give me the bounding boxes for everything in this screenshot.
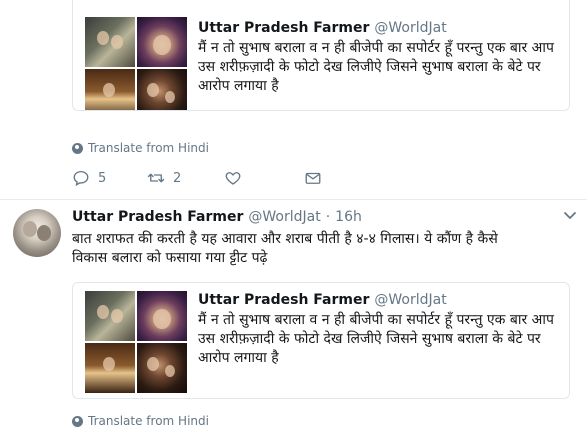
retweet-icon [147,173,165,183]
direct-message-icon [305,172,321,184]
quoted-image-2[interactable] [137,17,187,67]
quoted-image-4[interactable] [137,343,187,393]
like-icon [225,172,241,185]
globe-icon [72,415,83,427]
author-handle[interactable]: @WorldJat [248,209,320,225]
quoted-image-3[interactable] [85,69,135,110]
quoted-author-name: Uttar Pradesh Farmer [198,292,370,308]
translate-label: Translate from Hindi [88,141,209,155]
reply-icon [73,170,89,187]
quoted-image-2[interactable] [137,291,187,341]
tweet-header: Uttar Pradesh Farmer @WorldJat · 16h [72,209,362,225]
quoted-tweet-image-grid[interactable] [85,17,187,110]
like-button[interactable] [224,169,304,187]
quoted-author-name: Uttar Pradesh Farmer [198,20,370,36]
retweet-count: 2 [173,170,182,186]
globe-icon [72,142,83,154]
quoted-tweet-text: मैं न तो सुभाष बराला व न ही बीजेपी का सप… [198,40,554,94]
quoted-image-4[interactable] [137,69,187,110]
quoted-author-handle: @WorldJat [374,292,447,308]
translate-link[interactable]: Translate from Hindi [72,414,209,428]
tweet-text: बात शराफत की करती है यह आवारा और शराब पी… [72,230,552,268]
quoted-image-3[interactable] [85,343,135,393]
reply-count: 5 [98,170,107,186]
quoted-tweet-card[interactable]: Uttar Pradesh Farmer @WorldJat मैं न तो … [72,282,570,399]
avatar[interactable] [13,209,61,257]
tweet-text-line-1: बात शराफत की करती है यह आवारा और शराब पी… [72,231,498,247]
header-separator: · [325,209,331,225]
quoted-author-handle: @WorldJat [374,20,447,36]
quoted-image-1[interactable] [85,291,135,341]
tweet-timestamp[interactable]: 16h [335,209,362,225]
tweet-text-line-2: विकास बलारा को फसाया गया ट्टीट पढ़े [72,250,268,266]
quoted-tweet-text: मैं न तो सुभाष बराला व न ही बीजेपी का सप… [198,312,554,366]
translate-label: Translate from Hindi [88,414,209,428]
quoted-image-1[interactable] [85,17,135,67]
translate-link[interactable]: Translate from Hindi [72,141,209,155]
retweet-button[interactable]: 2 [147,169,224,187]
quoted-tweet-image-grid[interactable] [85,291,187,393]
author-name[interactable]: Uttar Pradesh Farmer [72,209,243,225]
direct-message-button[interactable] [304,169,322,187]
tweet-divider [0,199,587,200]
quoted-tweet-card[interactable]: Uttar Pradesh Farmer @WorldJat मैं न तो … [72,0,570,111]
tweet-actions: 5 2 [72,169,322,187]
chevron-down-icon[interactable] [563,211,577,221]
reply-button[interactable]: 5 [72,169,147,187]
